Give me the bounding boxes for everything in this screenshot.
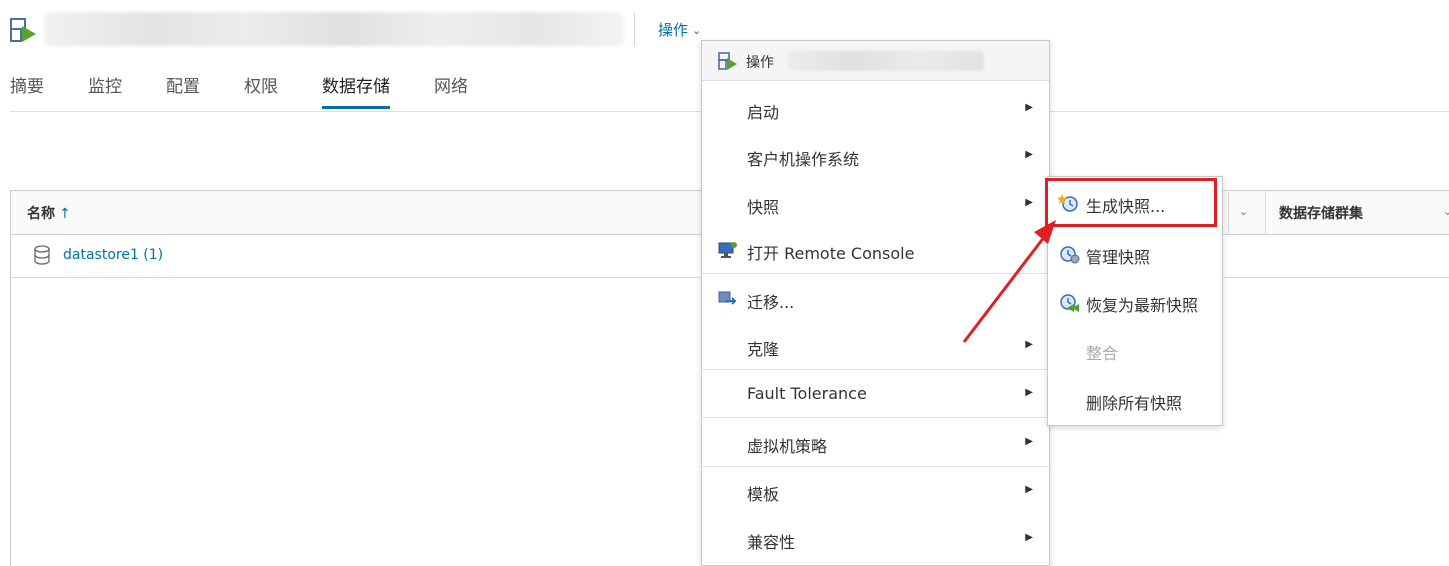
- column-header-datastore-cluster[interactable]: 数据存储群集: [1279, 203, 1363, 223]
- menu-item-template[interactable]: 模板 ▶: [702, 469, 1049, 513]
- tab-summary[interactable]: 摘要: [10, 72, 44, 109]
- tab-permissions[interactable]: 权限: [244, 72, 278, 109]
- sort-ascending-icon: ↑: [59, 206, 71, 222]
- menu-item-fault-tolerance[interactable]: Fault Tolerance ▶: [702, 372, 1049, 416]
- menu-divider: [702, 466, 1049, 467]
- vm-icon: [10, 18, 36, 42]
- submenu-arrow-icon: ▶: [1025, 387, 1033, 398]
- actions-menu-button[interactable]: 操作 ⌄: [658, 18, 701, 40]
- menu-header: 操作: [702, 41, 1049, 81]
- manage-snapshots-icon: [1060, 246, 1080, 264]
- datastore-icon: [34, 245, 50, 265]
- column-filter-chevron-icon[interactable]: ⌄: [1443, 205, 1449, 218]
- menu-item-guest-os[interactable]: 客户机操作系统 ▶: [702, 134, 1049, 178]
- vm-name-redacted: [44, 12, 624, 46]
- annotation-arrow-icon: [962, 220, 1056, 343]
- menu-header-label: 操作: [746, 55, 774, 71]
- column-separator: [1228, 191, 1229, 235]
- menu-item-label: 打开 Remote Console: [747, 244, 915, 263]
- submenu-arrow-icon: ▶: [1025, 102, 1033, 113]
- column-filter-chevron-icon[interactable]: ⌄: [1239, 205, 1248, 218]
- actions-label: 操作: [658, 20, 689, 39]
- column-header-name[interactable]: 名称 ↑: [27, 203, 71, 223]
- annotation-highlight-box: [1045, 178, 1217, 227]
- menu-item-label: 管理快照: [1086, 248, 1151, 267]
- menu-divider: [702, 369, 1049, 370]
- revert-snapshot-item[interactable]: 恢复为最新快照: [1048, 280, 1222, 324]
- tab-networks[interactable]: 网络: [434, 72, 468, 109]
- menu-item-label: 兼容性: [747, 533, 796, 552]
- menu-item-label: 模板: [747, 485, 780, 504]
- submenu-arrow-icon: ▶: [1025, 197, 1033, 208]
- tab-configure[interactable]: 配置: [166, 72, 200, 109]
- tab-bar: 摘要 监控 配置 权限 数据存储 网络: [10, 72, 512, 109]
- vm-name-redacted: [788, 51, 984, 71]
- menu-item-label: 克隆: [747, 340, 780, 359]
- menu-divider: [702, 417, 1049, 418]
- menu-item-label: 迁移...: [747, 293, 795, 312]
- migrate-icon: [718, 291, 737, 305]
- menu-item-label: 删除所有快照: [1086, 394, 1183, 413]
- console-icon: [718, 242, 737, 258]
- menu-item-label: 虚拟机策略: [747, 437, 828, 456]
- menu-item-label: Fault Tolerance: [747, 384, 867, 403]
- manage-snapshots-item[interactable]: 管理快照: [1048, 232, 1222, 276]
- menu-item-label: 启动: [747, 103, 780, 122]
- delete-all-snapshots-item[interactable]: 删除所有快照: [1048, 378, 1222, 422]
- menu-item-label: 客户机操作系统: [747, 150, 860, 169]
- submenu-arrow-icon: ▶: [1025, 436, 1033, 447]
- datastore-link[interactable]: datastore1 (1): [63, 247, 163, 263]
- menu-item-label: 快照: [747, 198, 780, 217]
- column-separator: [1265, 191, 1266, 235]
- vm-icon: [718, 52, 737, 70]
- submenu-arrow-icon: ▶: [1025, 532, 1033, 543]
- menu-item-label: 恢复为最新快照: [1086, 296, 1199, 315]
- column-name-label: 名称: [27, 206, 55, 222]
- header-divider: [634, 12, 635, 46]
- menu-item-power[interactable]: 启动 ▶: [702, 87, 1049, 131]
- tab-datastores[interactable]: 数据存储: [322, 72, 390, 109]
- revert-snapshot-icon: [1060, 294, 1079, 312]
- tab-monitor[interactable]: 监控: [88, 72, 122, 109]
- chevron-down-icon: ⌄: [692, 23, 702, 37]
- menu-item-compatibility[interactable]: 兼容性 ▶: [702, 517, 1049, 561]
- consolidate-item: 整合: [1048, 328, 1222, 372]
- submenu-arrow-icon: ▶: [1025, 149, 1033, 160]
- menu-item-vm-policies[interactable]: 虚拟机策略 ▶: [702, 421, 1049, 465]
- submenu-arrow-icon: ▶: [1025, 484, 1033, 495]
- menu-item-label: 整合: [1086, 344, 1119, 363]
